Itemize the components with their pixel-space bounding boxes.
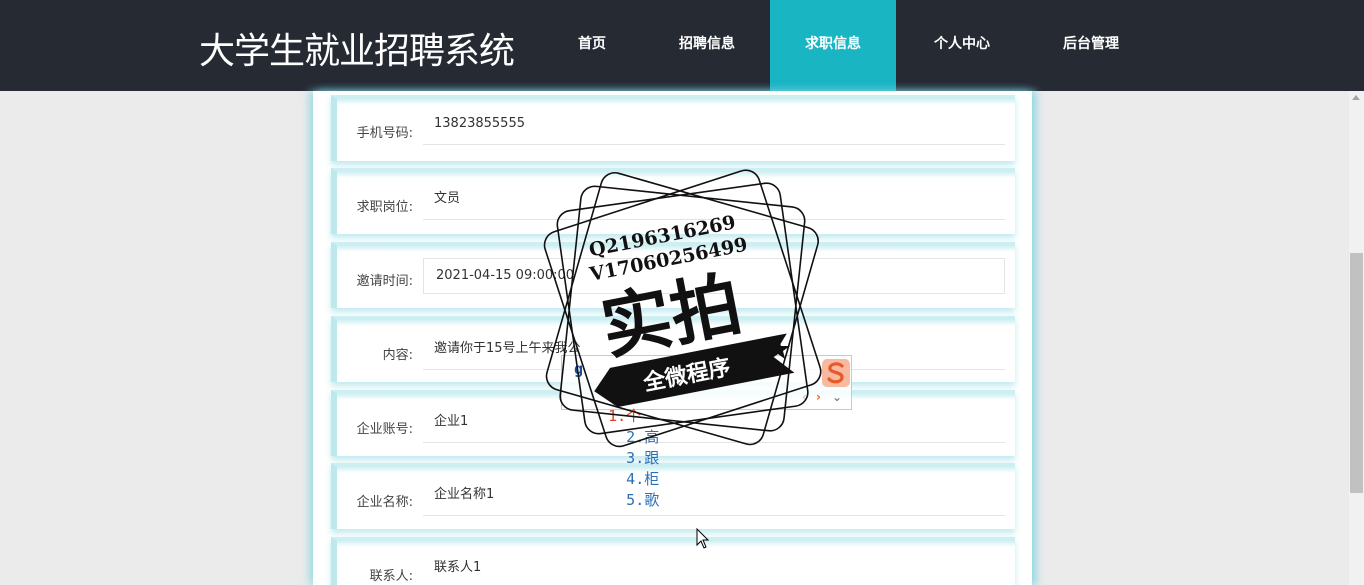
company-name-label: 企业名称: [356,495,413,510]
sogou-logo-icon [822,359,850,387]
invite-time-label: 邀请时间: [356,274,413,289]
chevron-down-icon[interactable]: ⌄ [832,390,842,404]
position-label: 求职岗位: [356,200,413,215]
contact-field[interactable]: 联系人1 [423,553,1005,585]
phone-field[interactable]: 13823855555 [423,109,1005,145]
form-row-contact: 联系人: 联系人1 [331,537,1015,585]
page-scrollbar[interactable] [1349,91,1364,585]
nav-recruitment-info[interactable]: 招聘信息 [664,0,750,91]
form-row-company-name: 企业名称: 企业名称1 [331,463,1015,529]
nav-home[interactable]: 首页 [552,0,632,91]
phone-label: 手机号码: [356,126,413,141]
watermark-stamp: Q2196316269 V17060256499 实拍 全微程序 [543,169,822,448]
ime-candidate-5[interactable]: 5.歌 [608,491,659,509]
nav-job-seeking-info[interactable]: 求职信息 [770,0,896,91]
nav-admin[interactable]: 后台管理 [1048,0,1134,91]
company-name-field[interactable]: 企业名称1 [423,480,1005,516]
scroll-thumb[interactable] [1350,253,1363,493]
mouse-cursor-icon [696,528,710,549]
nav-personal-center[interactable]: 个人中心 [918,0,1006,91]
scroll-up-icon[interactable] [1352,95,1360,100]
top-nav-bar: 大学生就业招聘系统 首页 招聘信息 求职信息 个人中心 后台管理 [0,0,1364,91]
contact-label: 联系人: [369,569,413,584]
ime-candidate-3[interactable]: 3.跟 [608,449,659,467]
content-label: 内容: [382,348,413,363]
company-account-label: 企业账号: [356,422,413,437]
form-row-phone: 手机号码: 13823855555 [331,95,1015,161]
site-title: 大学生就业招聘系统 [199,31,515,72]
ime-candidate-4[interactable]: 4.柜 [608,470,659,488]
